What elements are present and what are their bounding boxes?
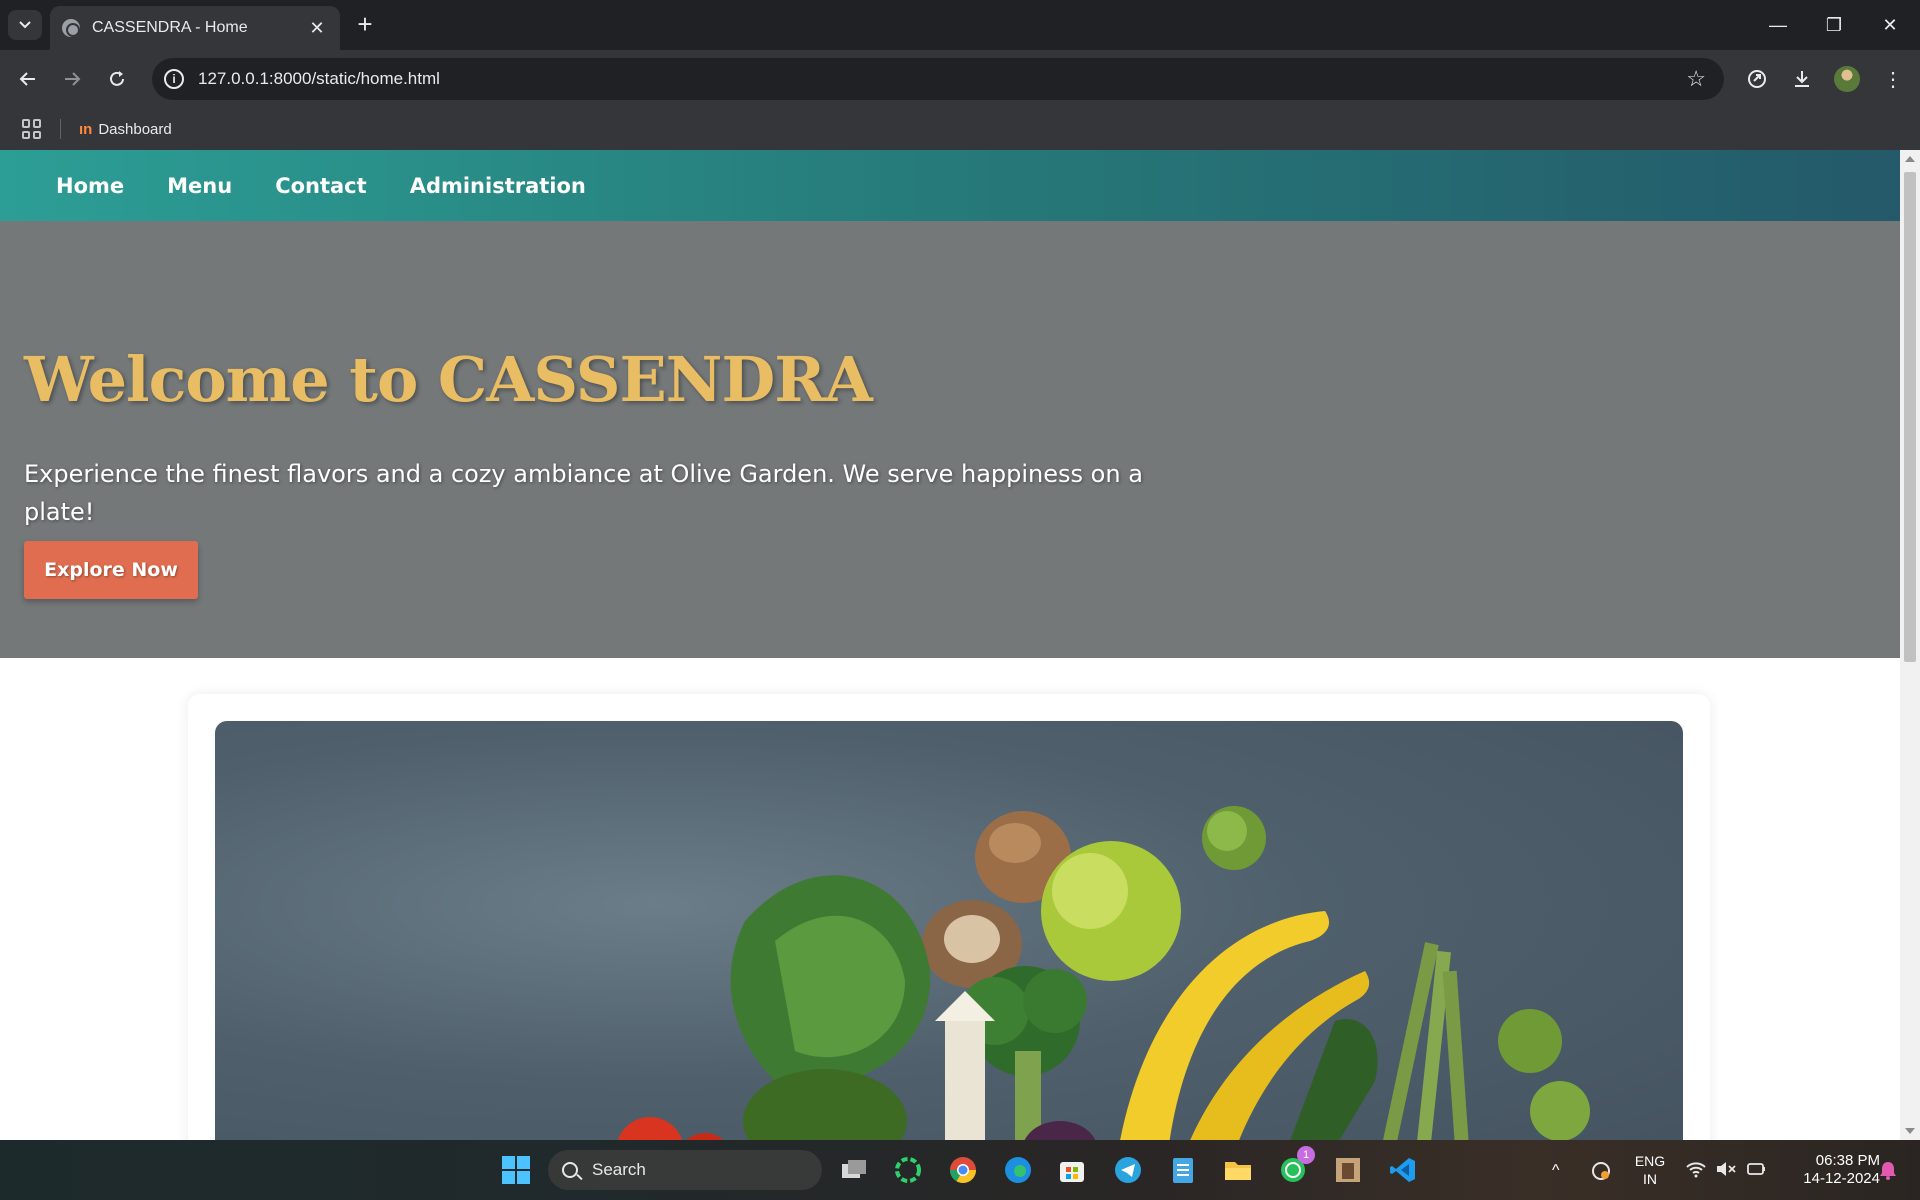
show-hidden-icons-chevron-icon[interactable]: ^: [1552, 1162, 1560, 1180]
notepad-icon[interactable]: [1165, 1152, 1201, 1188]
tab-close-icon[interactable]: ✕: [306, 18, 328, 39]
explore-now-button[interactable]: Explore Now: [24, 541, 198, 599]
page-viewport: Home Menu Contact Administration Welcome…: [0, 150, 1900, 1140]
new-tab-button[interactable]: +: [350, 10, 380, 40]
hero-title: Welcome to CASSENDRA: [24, 343, 873, 416]
notification-bell-icon[interactable]: [1876, 1160, 1900, 1184]
telegram-icon[interactable]: [1110, 1152, 1146, 1188]
region-code: IN: [1643, 1171, 1657, 1187]
taskbar-search-label: Search: [592, 1160, 646, 1179]
reload-icon: [110, 71, 124, 86]
clock[interactable]: 06:38 PM 14-12-2024: [1780, 1152, 1880, 1188]
tab-search-button[interactable]: [8, 10, 42, 40]
search-icon: [562, 1162, 578, 1178]
windows-logo-icon: [502, 1156, 530, 1184]
scroll-down-arrow-icon[interactable]: [1905, 1128, 1915, 1134]
nav-link-contact[interactable]: Contact: [275, 174, 367, 198]
extensions-icon[interactable]: [1744, 66, 1770, 92]
wifi-icon[interactable]: [1684, 1160, 1708, 1182]
vegetables-illustration: [617, 806, 1590, 1140]
whatsapp-notification-badge: 1: [1297, 1146, 1315, 1164]
battery-icon[interactable]: [1744, 1160, 1768, 1182]
chrome-icon[interactable]: [945, 1152, 981, 1188]
store-icon[interactable]: [1054, 1152, 1090, 1188]
task-view-icon[interactable]: [836, 1152, 872, 1188]
reload-button[interactable]: [101, 63, 133, 95]
profile-avatar[interactable]: [1834, 66, 1860, 92]
more-menu-icon[interactable]: ⋮: [1880, 66, 1906, 92]
bookmark-label: Dashboard: [98, 120, 172, 138]
nav-link-home[interactable]: Home: [56, 174, 124, 198]
file-explorer-icon[interactable]: [1220, 1152, 1256, 1188]
language-code: ENG: [1634, 1153, 1666, 1169]
bookmark-dashboard[interactable]: ın Dashboard: [79, 121, 172, 138]
apps-grid-icon[interactable]: [22, 119, 42, 139]
scrollbar-thumb[interactable]: [1904, 172, 1916, 662]
featured-image-card: [188, 694, 1710, 1140]
hero-section: Welcome to CASSENDRA Experience the fine…: [0, 221, 1900, 658]
forward-button[interactable]: [56, 63, 88, 95]
scroll-up-arrow-icon[interactable]: [1905, 156, 1915, 162]
bookmark-star-icon[interactable]: ☆: [1686, 66, 1706, 92]
url-text: 127.0.0.1:8000/static/home.html: [198, 69, 440, 88]
language-indicator[interactable]: ENG IN: [1628, 1152, 1672, 1188]
back-arrow-icon: [19, 72, 35, 86]
browser-tabstrip: CASSENDRA - Home ✕ + — ❐ ✕: [0, 0, 1920, 50]
start-button[interactable]: [498, 1152, 534, 1188]
vegetables-photo: [215, 721, 1683, 1140]
browser-tab-active[interactable]: CASSENDRA - Home ✕: [50, 6, 340, 50]
dashboard-logo-icon: ın: [79, 120, 93, 138]
vscode-icon[interactable]: [1385, 1152, 1421, 1188]
taskbar-search[interactable]: Search: [548, 1150, 822, 1190]
windows-taskbar: Search 1 ^ ENG IN 06:38 PM 14-12-2024: [0, 1140, 1920, 1200]
forward-arrow-icon: [65, 72, 81, 86]
clock-date: 14-12-2024: [1803, 1170, 1880, 1187]
bookmark-separator: [60, 119, 61, 139]
browser-toolbar: i 127.0.0.1:8000/static/home.html ☆ ⋮: [0, 50, 1920, 108]
site-navbar: Home Menu Contact Administration: [0, 150, 1900, 221]
back-button[interactable]: [12, 63, 44, 95]
sync-status-icon[interactable]: [1588, 1160, 1614, 1186]
pinned-app-thumbnail-icon[interactable]: [1330, 1152, 1366, 1188]
restore-button[interactable]: ❐: [1806, 0, 1862, 50]
bookmarks-bar: ın Dashboard: [0, 108, 1920, 150]
chevron-down-icon: [19, 21, 31, 29]
site-info-icon[interactable]: i: [164, 69, 184, 89]
download-icon[interactable]: [1789, 66, 1815, 92]
nav-link-administration[interactable]: Administration: [410, 174, 586, 198]
minimize-button[interactable]: —: [1750, 0, 1806, 50]
globe-icon: [62, 19, 80, 37]
app-ring-icon[interactable]: [890, 1152, 926, 1188]
whatsapp-icon[interactable]: 1: [1275, 1146, 1315, 1188]
edge-icon[interactable]: [1000, 1152, 1036, 1188]
page-scrollbar[interactable]: [1900, 150, 1920, 1140]
tab-title: CASSENDRA - Home: [92, 19, 248, 36]
close-window-button[interactable]: ✕: [1862, 0, 1918, 50]
clock-time: 06:38 PM: [1815, 1152, 1880, 1169]
hero-subtitle: Experience the finest flavors and a cozy…: [24, 460, 1143, 526]
volume-muted-icon[interactable]: [1714, 1160, 1738, 1182]
address-bar[interactable]: i 127.0.0.1:8000/static/home.html ☆: [152, 58, 1724, 100]
nav-link-menu[interactable]: Menu: [167, 174, 232, 198]
